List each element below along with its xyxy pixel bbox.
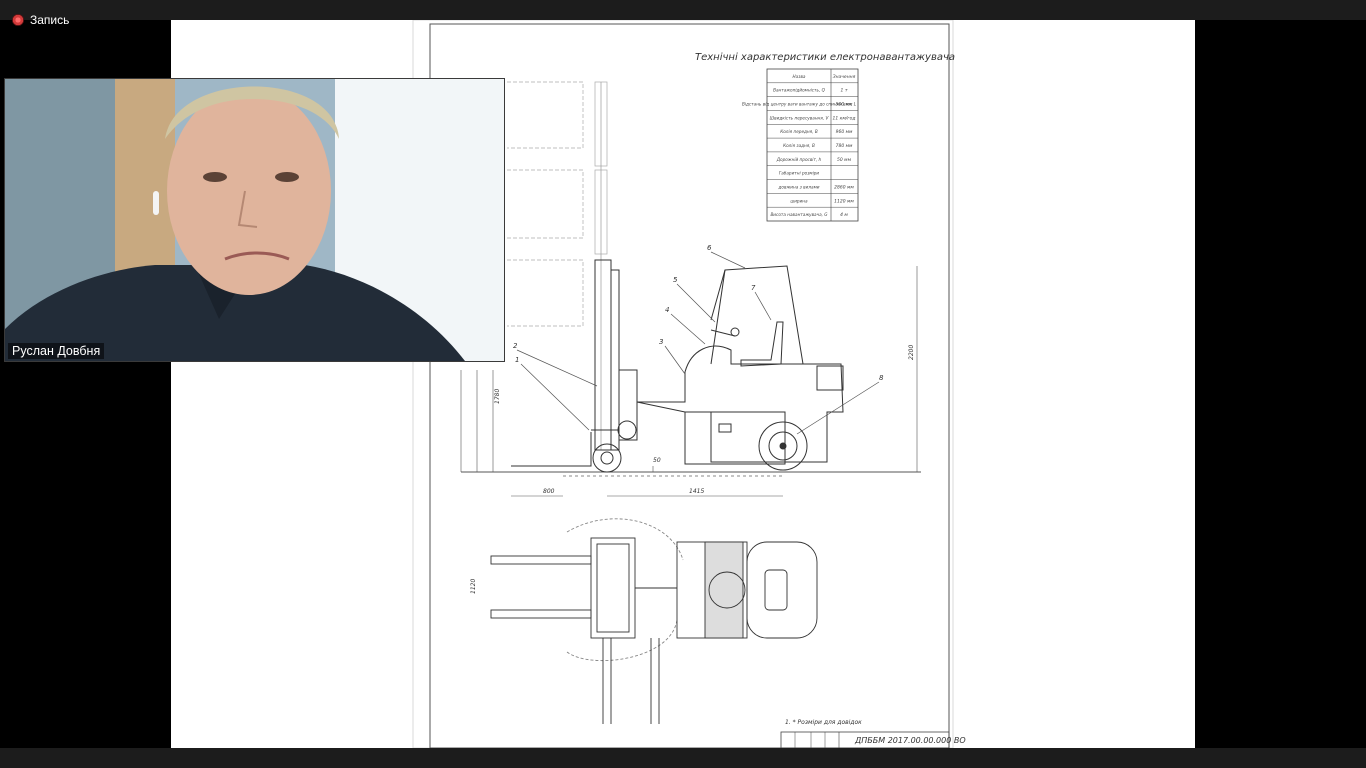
participant-name-tag: Руслан Довбня bbox=[8, 343, 105, 359]
spec-header-name: Назва bbox=[793, 74, 806, 79]
spec-row-value: 960 мм bbox=[836, 129, 853, 135]
spec-row-name: Дорожній просвіт, h bbox=[776, 157, 822, 162]
spec-row-value: 1 т bbox=[841, 88, 848, 94]
spec-row-name: Колія передня, B bbox=[780, 129, 818, 134]
dim-clearance: 50 bbox=[653, 457, 661, 464]
top-bar bbox=[0, 0, 1366, 20]
recording-indicator: Запись bbox=[12, 12, 69, 28]
part-number-3: 3 bbox=[659, 338, 663, 346]
spec-row-value: 500 мм bbox=[836, 102, 853, 108]
spec-row-value: 1120 мм bbox=[834, 198, 854, 204]
part-number-2: 2 bbox=[513, 342, 518, 350]
part-number-1: 1 bbox=[515, 356, 519, 364]
spec-row-name: Висота навантажувача, G bbox=[770, 212, 828, 217]
stamp-code: ДПББМ 2017.00.00.000 ВО bbox=[854, 736, 966, 745]
spec-row-name: Швидкість пересування, V bbox=[770, 115, 830, 120]
dim-wheelbase: 1415 bbox=[689, 488, 704, 495]
spec-row-value: 4 м bbox=[840, 212, 848, 218]
participant-video-feed bbox=[5, 79, 504, 361]
part-number-6: 6 bbox=[707, 244, 712, 252]
part-number-8: 8 bbox=[879, 374, 884, 382]
participant-video-tile[interactable]: Руслан Довбня bbox=[4, 78, 505, 362]
spec-row-value: 11 км/год bbox=[832, 115, 855, 121]
dim-height: 2200 bbox=[908, 345, 915, 360]
dim-plan-width: 1120 bbox=[470, 579, 477, 594]
dim-mast-height: 1780 bbox=[494, 389, 501, 404]
spec-row-name: Вантажопідйомність, Q bbox=[773, 88, 826, 93]
spec-row-name: Колія задня, B bbox=[783, 143, 815, 148]
footnote: 1. * Розміри для довідок bbox=[785, 719, 862, 726]
spec-row-name: Габаритні розміри bbox=[779, 171, 820, 176]
spec-row-name: ширина bbox=[790, 198, 808, 203]
part-number-5: 5 bbox=[673, 276, 678, 284]
recording-label: Запись bbox=[30, 13, 70, 27]
spec-row-value: 2860 мм bbox=[834, 184, 854, 190]
dim-fork-length: 800 bbox=[543, 488, 555, 495]
spec-row-name: довжина з вилами bbox=[778, 184, 820, 189]
part-number-7: 7 bbox=[751, 284, 756, 292]
drawing-title: Технічні характеристики електронавантажу… bbox=[695, 51, 955, 63]
bottom-bar bbox=[0, 748, 1366, 768]
part-number-4: 4 bbox=[665, 306, 669, 314]
spec-row-value: 780 мм bbox=[836, 143, 853, 149]
spec-header-value: Значення bbox=[833, 74, 856, 80]
spec-row-value: 50 мм bbox=[837, 157, 852, 163]
record-dot-icon bbox=[12, 14, 24, 26]
